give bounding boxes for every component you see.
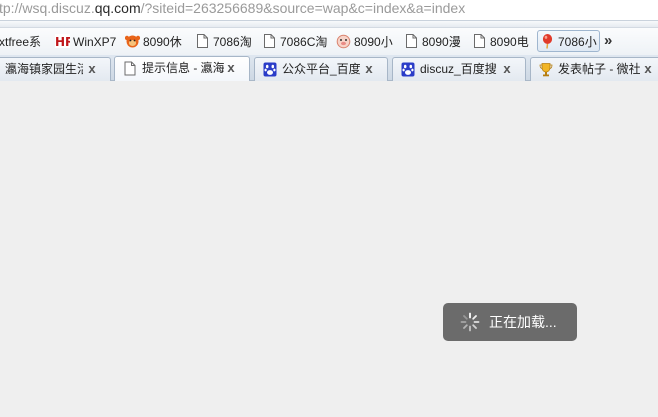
tab-title: 发表帖子 - 微社 [558, 62, 640, 76]
more-bookmarks-button[interactable]: » [604, 32, 612, 49]
loading-text: 正在加载... [489, 314, 557, 330]
bookmark-item[interactable]: 8090电 [472, 31, 529, 51]
bookmark-label: 8090休 [143, 34, 182, 49]
url-host: qq.com [94, 0, 141, 16]
monkey-icon [125, 35, 140, 48]
loading-spinner-icon [460, 312, 480, 332]
svg-text:HR: HR [55, 35, 70, 49]
bookmark-label: 8090电 [490, 34, 529, 49]
tab-title: discuz_百度搜 [420, 62, 497, 76]
baidu-paw-icon [263, 62, 277, 77]
tab-title: 公众平台_百度 [282, 62, 361, 76]
baidu-paw-icon [401, 62, 415, 77]
bookmarks-bar: xtfree系 HR WinXP7 8090休 7086淘 7086C淘 809… [0, 28, 658, 55]
tab-strip: 瀛海镇家园生活 x 提示信息 - 瀛海 x 公众平台_百度 x discuz_百… [0, 55, 658, 81]
bookmark-label: 8090小 [354, 34, 393, 49]
bookmark-item[interactable]: 8090休 [125, 31, 182, 51]
bookmark-item[interactable]: 7086淘 [195, 31, 252, 51]
tab[interactable]: discuz_百度搜 x [392, 57, 526, 81]
hr-logo-icon: HR [55, 33, 70, 49]
url-text[interactable]: tp://wsq.discuz.qq.com/?siteid=263256689… [0, 0, 465, 20]
pig-face-icon [336, 34, 351, 49]
tab-close-button[interactable]: x [500, 61, 514, 77]
tab-close-button[interactable]: x [224, 60, 238, 76]
loading-toast: 正在加载... [443, 303, 577, 341]
page-icon [474, 33, 485, 48]
tab-close-button[interactable]: x [362, 61, 376, 77]
address-bar[interactable]: tp://wsq.discuz.qq.com/?siteid=263256689… [0, 0, 658, 21]
page-icon [264, 33, 275, 48]
tab[interactable]: 公众平台_百度 x [254, 57, 388, 81]
bookmark-item[interactable]: HR WinXP7 [55, 31, 116, 51]
bookmark-label: WinXP7 [73, 34, 117, 49]
trophy-icon [539, 63, 553, 77]
toolbar-separator [0, 21, 658, 28]
page-content [0, 81, 658, 417]
tab-close-button[interactable]: x [85, 61, 99, 77]
bookmark-label: 7086C淘 [280, 34, 328, 49]
tab[interactable]: 瀛海镇家园生活 x [0, 57, 111, 81]
bookmark-label: 7086淘 [213, 34, 252, 49]
bookmark-item[interactable]: 7086小 [537, 30, 600, 52]
bookmark-item[interactable]: 8090漫 [404, 31, 461, 51]
url-prefix: tp://wsq.discuz. [0, 0, 95, 16]
browser-window: tp://wsq.discuz.qq.com/?siteid=263256689… [0, 0, 658, 417]
page-icon [197, 33, 208, 48]
url-suffix: /?siteid=263256689&source=wap&c=index&a=… [140, 0, 466, 16]
bookmark-label: xtfree系 [0, 34, 42, 49]
page-icon [124, 61, 136, 76]
bookmark-label: 7086小 [558, 34, 597, 49]
page-icon [406, 33, 417, 48]
bookmark-item[interactable]: 7086C淘 [262, 31, 327, 51]
tab[interactable]: 发表帖子 - 微社 x [530, 57, 658, 81]
balloon-icon [542, 33, 553, 49]
tab-active[interactable]: 提示信息 - 瀛海 x [114, 56, 250, 81]
tab-title: 提示信息 - 瀛海 [142, 61, 224, 75]
tab-close-button[interactable]: x [641, 61, 655, 77]
tab-title: 瀛海镇家园生活 [5, 62, 83, 76]
bookmark-item[interactable]: xtfree系 [0, 31, 41, 51]
bookmark-item[interactable]: 8090小 [336, 31, 393, 51]
bookmark-label: 8090漫 [422, 34, 461, 49]
